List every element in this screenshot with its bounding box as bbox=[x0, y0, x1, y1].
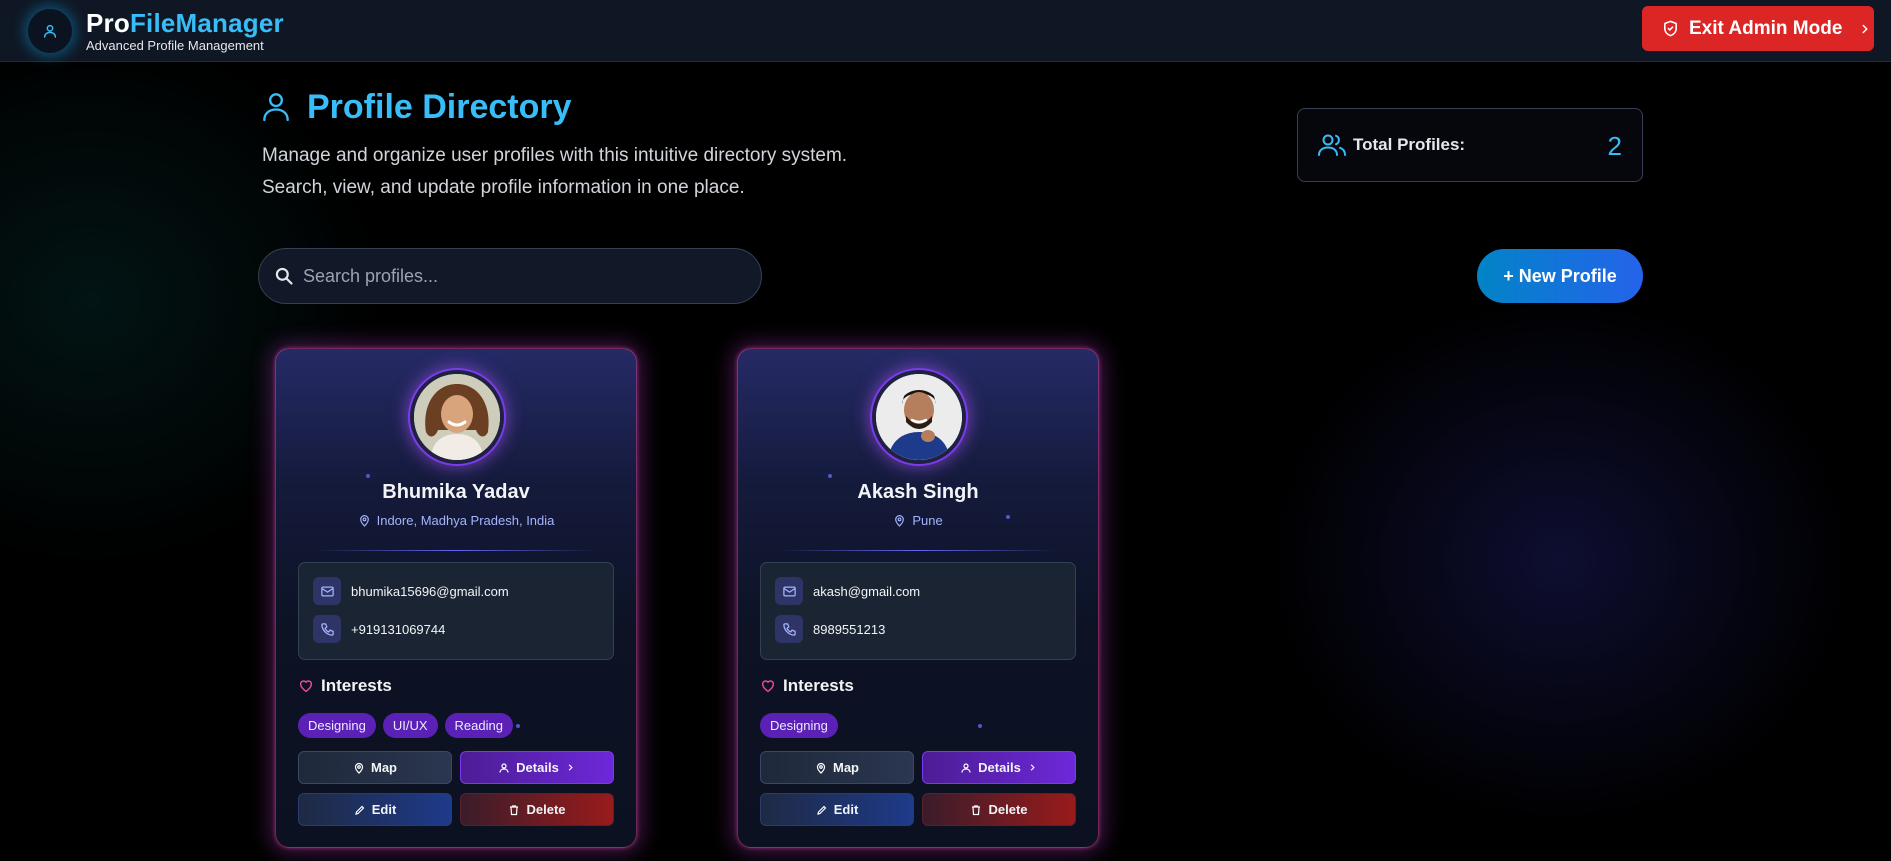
delete-button-label: Delete bbox=[988, 802, 1028, 817]
trash-icon bbox=[972, 804, 981, 815]
interests-heading: Interests bbox=[760, 676, 854, 696]
interests-title: Interests bbox=[321, 676, 392, 695]
user-icon bbox=[43, 24, 57, 38]
map-button-label: Map bbox=[371, 760, 397, 775]
avatar bbox=[872, 370, 966, 464]
profile-location-text: Pune bbox=[912, 513, 943, 528]
map-button[interactable]: Map bbox=[760, 751, 914, 784]
email-text[interactable]: akash@gmail.com bbox=[813, 584, 920, 599]
decorative-dot bbox=[516, 724, 520, 728]
page-title: Profile Directory bbox=[307, 88, 572, 126]
map-pin-icon bbox=[359, 515, 369, 527]
trash-icon bbox=[510, 804, 519, 815]
delete-button[interactable]: Delete bbox=[922, 793, 1076, 826]
edit-button-label: Edit bbox=[371, 802, 397, 817]
interest-tag: UI/UX bbox=[382, 713, 438, 738]
logo[interactable] bbox=[28, 9, 72, 53]
user-icon bbox=[499, 762, 509, 773]
search-icon bbox=[275, 267, 293, 285]
map-pin-icon bbox=[354, 762, 364, 774]
map-pin-icon bbox=[895, 515, 905, 527]
exit-admin-mode-label: Exit Admin Mode bbox=[1689, 17, 1843, 39]
phone-text[interactable]: 8989551213 bbox=[813, 622, 885, 637]
details-button[interactable]: Details bbox=[922, 751, 1076, 784]
page-description-line-2: Search, view, and update profile informa… bbox=[262, 177, 745, 198]
profile-card: Akash Singh Pune akash@gmail.com 8989551… bbox=[737, 348, 1099, 848]
user-icon bbox=[263, 93, 289, 122]
delete-button[interactable]: Delete bbox=[460, 793, 614, 826]
search-input[interactable] bbox=[303, 249, 743, 303]
total-profiles-count: 2 bbox=[1607, 131, 1622, 161]
brand-part-filemanager: FileManager bbox=[129, 8, 284, 38]
profile-location: Indore, Madhya Pradesh, India bbox=[276, 513, 636, 528]
mail-icon bbox=[313, 577, 341, 605]
interest-tag: Reading bbox=[444, 713, 513, 738]
heart-icon bbox=[299, 680, 313, 693]
users-icon bbox=[1318, 134, 1346, 156]
decorative-dot bbox=[366, 474, 370, 478]
interest-tags: Designing UI/UX Reading bbox=[298, 713, 513, 738]
profile-name: Akash Singh bbox=[857, 481, 979, 503]
email-row: akash@gmail.com bbox=[775, 577, 920, 605]
brand-name: ProFileManager bbox=[86, 8, 284, 38]
email-row: bhumika15696@gmail.com bbox=[313, 577, 509, 605]
map-button-label: Map bbox=[833, 760, 859, 775]
interests-title: Interests bbox=[783, 676, 854, 695]
divider bbox=[316, 550, 596, 551]
user-icon bbox=[961, 762, 971, 773]
details-button-label: Details bbox=[516, 760, 559, 775]
decorative-dot bbox=[1006, 515, 1010, 519]
profile-name: Bhumika Yadav bbox=[382, 481, 530, 503]
total-profiles-card: Total Profiles: 2 bbox=[1297, 108, 1643, 182]
map-button[interactable]: Map bbox=[298, 751, 452, 784]
edit-button[interactable]: Edit bbox=[760, 793, 914, 826]
top-bar: ProFileManager Advanced Profile Manageme… bbox=[0, 0, 1891, 62]
details-button-label: Details bbox=[978, 760, 1021, 775]
interest-tag: Designing bbox=[298, 713, 376, 738]
interests-heading: Interests bbox=[298, 676, 392, 696]
page-description-line-1: Manage and organize user profiles with t… bbox=[262, 145, 848, 166]
divider bbox=[778, 550, 1058, 551]
contact-box: akash@gmail.com 8989551213 bbox=[760, 562, 1076, 660]
profile-location-text: Indore, Madhya Pradesh, India bbox=[376, 513, 555, 528]
brand-subtitle: Advanced Profile Management bbox=[86, 38, 264, 53]
heart-icon bbox=[761, 680, 775, 693]
phone-row: 8989551213 bbox=[775, 615, 885, 643]
total-profiles-label: Total Profiles: bbox=[1353, 135, 1466, 154]
phone-icon bbox=[313, 615, 341, 643]
contact-box: bhumika15696@gmail.com +919131069744 bbox=[298, 562, 614, 660]
phone-text[interactable]: +919131069744 bbox=[351, 622, 445, 637]
new-profile-button[interactable]: + New Profile bbox=[1477, 249, 1643, 303]
pencil-icon bbox=[354, 805, 365, 815]
edit-button-label: Edit bbox=[833, 802, 859, 817]
edit-button[interactable]: Edit bbox=[298, 793, 452, 826]
profile-location: Pune bbox=[738, 513, 1098, 528]
profile-card: Bhumika Yadav Indore, Madhya Pradesh, In… bbox=[275, 348, 637, 848]
pencil-icon bbox=[816, 805, 827, 815]
details-button[interactable]: Details bbox=[460, 751, 614, 784]
chevron-right-icon bbox=[1862, 24, 1869, 33]
phone-icon bbox=[775, 615, 803, 643]
map-pin-icon bbox=[816, 762, 826, 774]
avatar bbox=[410, 370, 504, 464]
email-text[interactable]: bhumika15696@gmail.com bbox=[351, 584, 509, 599]
delete-button-label: Delete bbox=[526, 802, 566, 817]
search-bar[interactable] bbox=[258, 248, 762, 304]
decorative-dot bbox=[978, 724, 982, 728]
chevron-right-icon bbox=[1030, 764, 1035, 771]
chevron-right-icon bbox=[568, 764, 573, 771]
interest-tags: Designing bbox=[760, 713, 838, 738]
shield-icon bbox=[1664, 20, 1677, 37]
mail-icon bbox=[775, 577, 803, 605]
phone-row: +919131069744 bbox=[313, 615, 445, 643]
decorative-dot bbox=[828, 474, 832, 478]
brand-part-pro: Pro bbox=[86, 8, 130, 38]
exit-admin-mode-button[interactable]: Exit Admin Mode bbox=[1642, 6, 1874, 51]
interest-tag: Designing bbox=[760, 713, 838, 738]
